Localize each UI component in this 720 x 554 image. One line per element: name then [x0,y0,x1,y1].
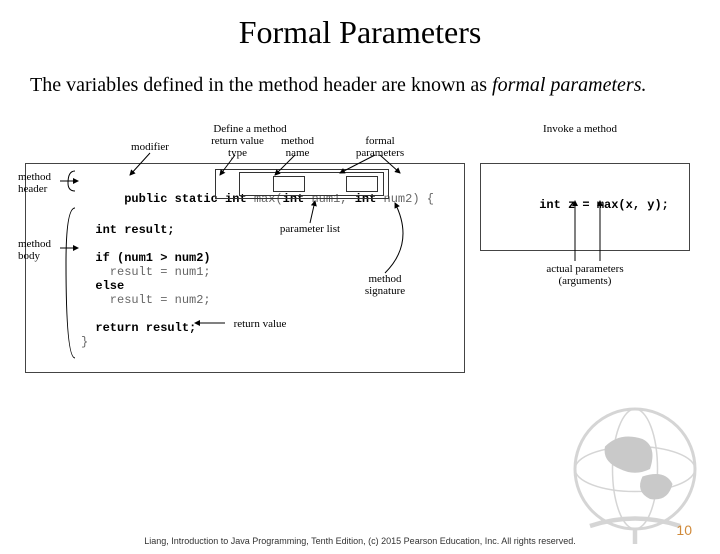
label-formal-parameters: formal parameters [350,135,410,159]
label-define-method: Define a method [190,123,310,135]
description-term: formal parameters. [492,74,646,96]
label-modifier: modifier [130,141,170,153]
code-line-6: return result; [81,321,196,335]
description-text: The variables defined in the method head… [30,74,492,96]
footer-citation: Liang, Introduction to Java Programming,… [0,536,720,546]
label-method-name: method name [275,135,320,159]
page-number: 10 [676,522,692,538]
code-invoke: int z = max(x, y); [496,184,669,226]
label-return-type: return value type [210,135,265,159]
code-invoke-text: int z = max(x, y); [539,198,669,212]
code-paren-close: ) { [412,192,434,206]
invoke-panel: int z = max(x, y); [480,163,690,251]
label-parameter-list: parameter list [270,223,350,235]
code-line-4: else [81,279,124,293]
code-line-1: int result; [81,223,175,237]
code-line-2: if (num1 > num2) [81,251,211,265]
code-body: int result; if (num1 > num2) result = nu… [81,209,211,349]
code-line-5: result = num2; [81,293,211,307]
define-panel: public static int max(int num1, int num2… [25,163,465,373]
label-method-body: method body [18,238,60,262]
slide-title: Formal Parameters [0,14,720,51]
label-invoke-method: Invoke a method [520,123,640,135]
diagram: Define a method Invoke a method modifier… [20,123,700,403]
description: The variables defined in the method head… [30,73,690,98]
box-method-signature [215,169,389,199]
code-line-7: } [81,335,88,349]
label-return-value: return value [225,318,295,330]
label-method-header: method header [18,171,60,195]
code-line-3: result = num1; [81,265,211,279]
label-actual-parameters: actual parameters (arguments) [530,263,640,287]
label-method-signature: method signature [355,273,415,297]
